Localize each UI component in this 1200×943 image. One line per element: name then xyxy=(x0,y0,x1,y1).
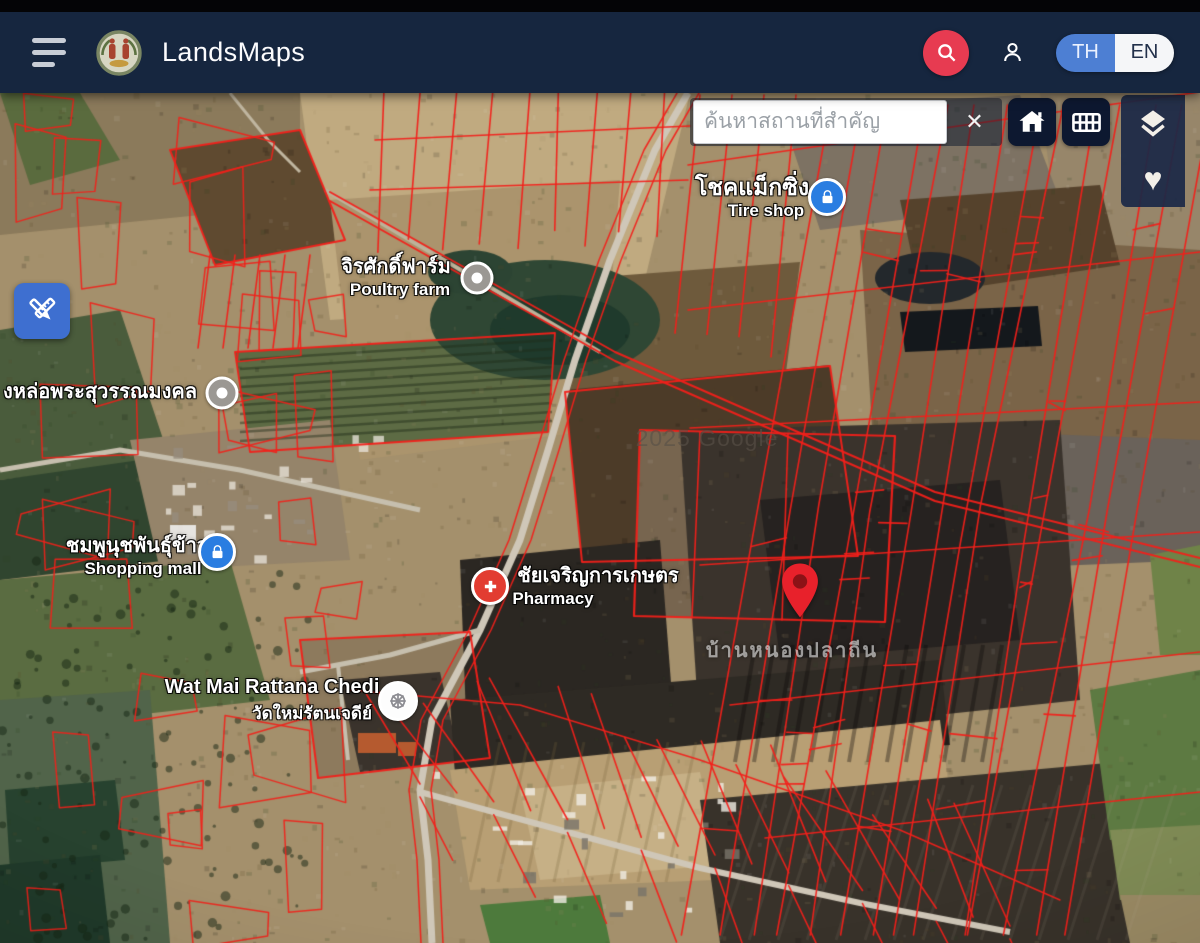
shopping-marker-icon xyxy=(198,533,236,571)
hamburger-menu-icon[interactable] xyxy=(32,38,68,67)
person-icon xyxy=(999,39,1026,66)
poi-marker-pin-red[interactable] xyxy=(779,562,821,620)
language-toggle[interactable]: TH EN xyxy=(1056,34,1174,72)
magnifier-icon xyxy=(935,41,958,64)
poi-label: ชมพูนุชพันธุ์ข้าวShopping mall xyxy=(66,536,208,579)
top-navbar: LandsMaps TH EN xyxy=(0,12,1200,93)
pharmacy-marker-icon xyxy=(471,567,509,605)
poi-title: ชัยเจริญการเกษตร xyxy=(517,566,679,588)
navbar-right-group: TH EN xyxy=(923,30,1174,76)
poi-title: จิรศักดิ์ฟาร์ม xyxy=(341,257,451,279)
poi-title: บ้านหนองปลาถีน xyxy=(706,641,878,663)
search-button[interactable] xyxy=(923,30,969,76)
poi-subtitle: Shopping mall xyxy=(72,559,214,579)
grid-icon xyxy=(1070,106,1103,139)
layers-icon xyxy=(1137,107,1169,139)
app-title: LandsMaps xyxy=(162,37,305,68)
pencil-ruler-icon xyxy=(25,294,59,328)
shopping-marker-icon xyxy=(808,178,846,216)
hamburger-bar xyxy=(32,62,55,67)
poi-title: โชคแม็กซิ่ง xyxy=(695,175,809,200)
draw-measure-tool-button[interactable] xyxy=(14,283,70,339)
layers-button[interactable] xyxy=(1121,95,1185,151)
profile-button[interactable] xyxy=(999,39,1026,66)
poi-marker-pharmacy-red[interactable] xyxy=(471,567,509,605)
poi-label: จิรศักดิ์ฟาร์มPoultry farm xyxy=(341,257,451,300)
place-search-input[interactable] xyxy=(693,100,947,144)
screen-top-strip xyxy=(0,0,1200,12)
poi-label: โชคแม็กซิ่งTire shop xyxy=(695,175,809,221)
poi-title: ชมพูนุชพันธุ์ข้าว xyxy=(66,536,208,558)
poi-title: งหล่อพระสุวรรณมงคล xyxy=(3,382,197,404)
poi-marker-shopping-blue[interactable] xyxy=(198,533,236,571)
poi-label: บ้านหนองปลาถีน xyxy=(706,641,878,663)
home-icon xyxy=(1017,107,1047,137)
map-search-bar: ✕ xyxy=(690,98,1002,146)
poi-marker-dot-gray[interactable] xyxy=(461,262,494,295)
poi-label: งหล่อพระสุวรรณมงคล xyxy=(3,382,197,404)
satellite-map-canvas[interactable] xyxy=(0,93,1200,943)
department-of-lands-seal-logo xyxy=(96,30,142,76)
poi-marker-shopping-blue[interactable] xyxy=(808,178,846,216)
hamburger-bar xyxy=(32,38,66,43)
destination-pin-icon xyxy=(779,562,821,620)
poi-label: Wat Mai Rattana Chediวัดใหม่รัตนเจดีย์ xyxy=(165,677,380,727)
poi-label: ชัยเจริญการเกษตรPharmacy xyxy=(517,566,679,609)
place-marker-icon xyxy=(461,262,494,295)
poi-marker-dot-gray[interactable] xyxy=(206,377,239,410)
poi-subtitle: Tire shop xyxy=(709,201,823,221)
hamburger-bar xyxy=(32,50,66,55)
language-en[interactable]: EN xyxy=(1115,34,1174,72)
grid-view-button[interactable] xyxy=(1062,98,1110,146)
temple-marker-icon xyxy=(378,681,418,721)
satellite-map[interactable] xyxy=(0,93,1200,943)
poi-marker-temple-white[interactable] xyxy=(378,681,418,721)
map-watermark: 2025 Google xyxy=(636,425,779,452)
language-th[interactable]: TH xyxy=(1056,34,1115,72)
heart-icon: ♥ xyxy=(1144,163,1163,195)
poi-subtitle: Poultry farm xyxy=(345,280,455,300)
favorites-button[interactable]: ♥ xyxy=(1121,151,1185,207)
home-button[interactable] xyxy=(1008,98,1056,146)
place-marker-icon xyxy=(206,377,239,410)
clear-search-button[interactable]: ✕ xyxy=(947,109,1002,135)
poi-title: Wat Mai Rattana Chedi xyxy=(165,677,380,699)
